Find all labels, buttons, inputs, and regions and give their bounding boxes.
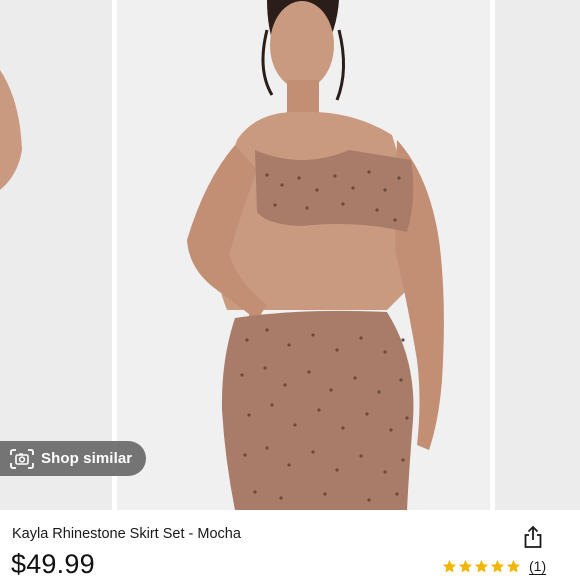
previous-product-image[interactable] [0,0,112,510]
rating-stars [442,559,521,574]
product-rating[interactable]: (1) [442,556,546,576]
share-icon [524,525,542,548]
star-icon [442,559,457,572]
shop-similar-label: Shop similar [41,450,133,467]
product-price: $49.99 [11,549,95,579]
camera-icon [9,448,35,470]
shop-similar-button[interactable]: Shop similar [0,441,146,476]
share-button[interactable] [522,524,544,550]
next-product-image[interactable] [495,0,580,510]
star-icon [458,559,473,572]
product-image-gallery[interactable]: Shop similar [0,0,580,510]
product-title: Kayla Rhinestone Skirt Set - Mocha [12,526,241,542]
review-count-link[interactable]: (1) [529,558,546,574]
star-icon [474,559,489,572]
star-icon [490,559,505,572]
main-product-image[interactable] [117,0,490,510]
star-icon [506,559,521,572]
model-photo [117,0,490,510]
